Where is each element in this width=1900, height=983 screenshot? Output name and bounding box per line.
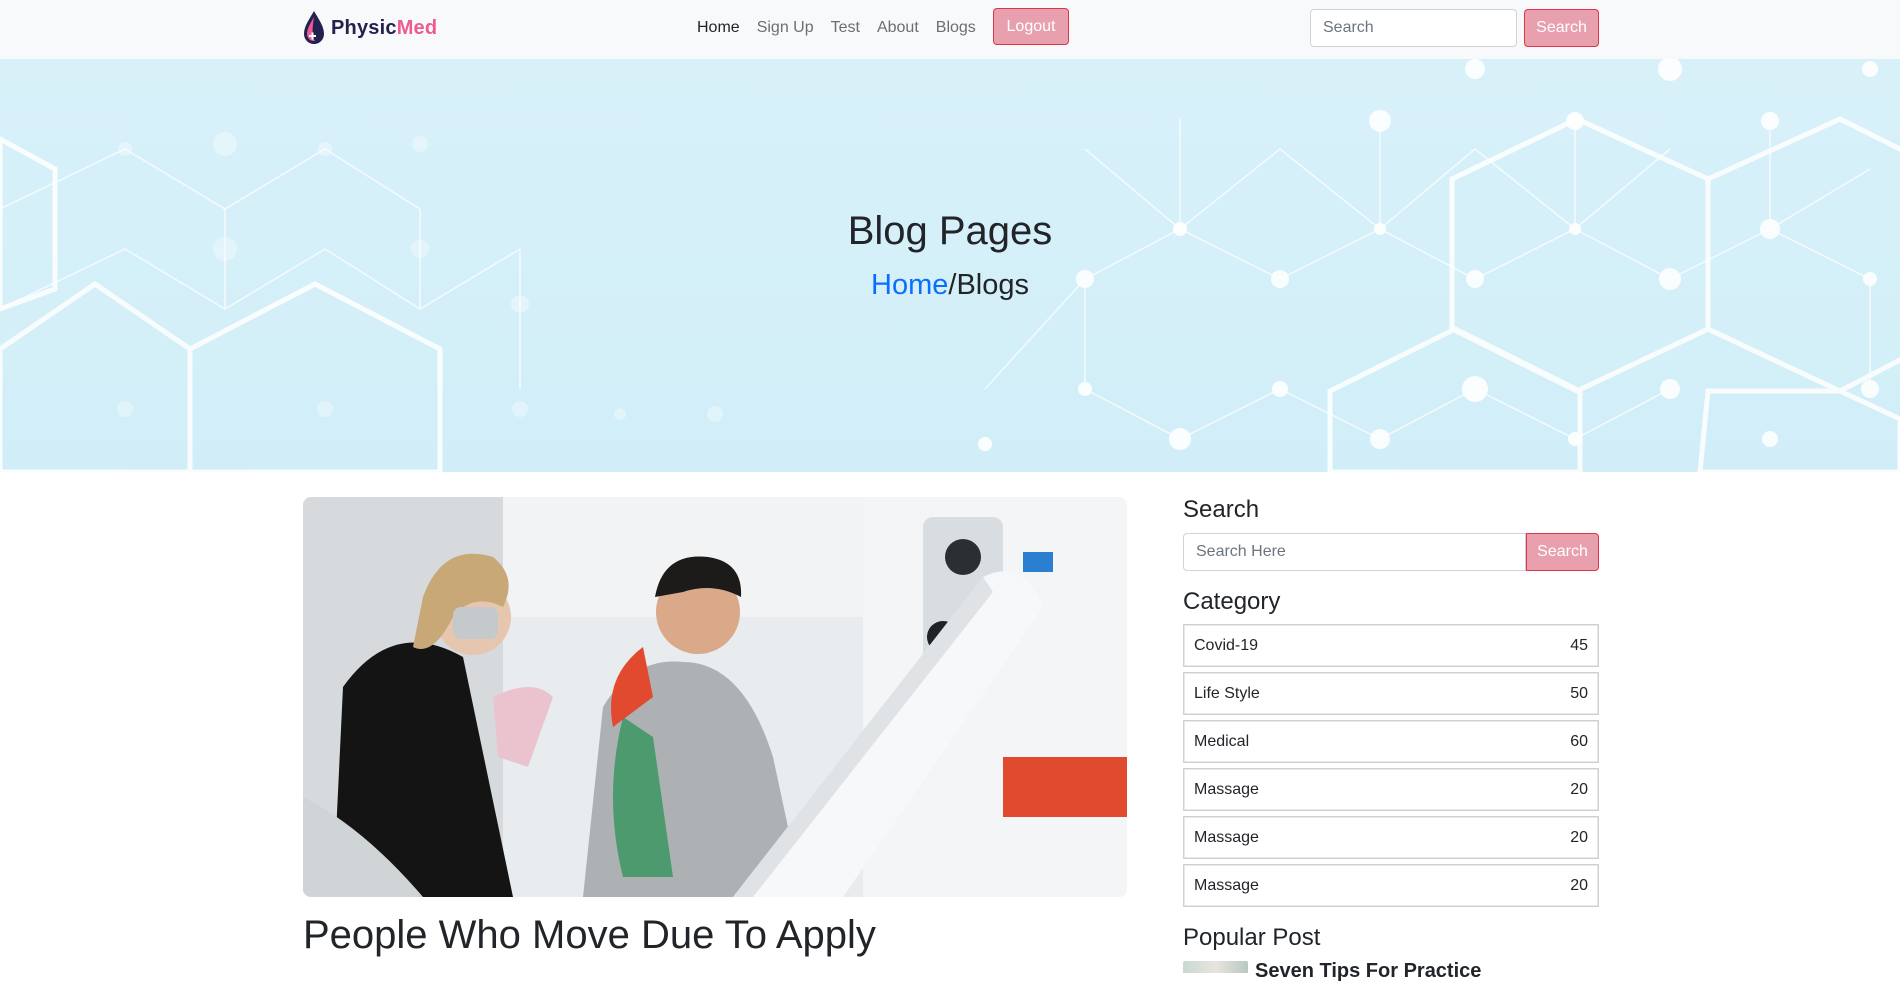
- nav-blogs-link[interactable]: Blogs: [936, 16, 976, 40]
- popular-post-title[interactable]: Seven Tips For Practice: [1255, 960, 1481, 983]
- post-image[interactable]: [303, 497, 1127, 897]
- nav-search-input[interactable]: Search: [1310, 9, 1517, 47]
- category-name: Massage: [1194, 780, 1259, 798]
- popular-post-heading: Popular Post: [1183, 924, 1321, 951]
- post-title[interactable]: People Who Move Due To Apply: [303, 913, 876, 958]
- logout-button[interactable]: Logout: [993, 8, 1069, 45]
- brand-name: PhysicMed: [331, 17, 437, 40]
- sidebar-search-button[interactable]: Search: [1526, 533, 1599, 571]
- category-count: 20: [1570, 876, 1588, 894]
- navbar: PhysicMed Home Sign Up Test About Blogs …: [0, 0, 1900, 59]
- category-name: Covid-19: [1194, 636, 1259, 654]
- category-item-massage[interactable]: Massage 20: [1183, 864, 1599, 907]
- category-count: 50: [1570, 684, 1588, 702]
- category-name: Massage: [1194, 876, 1259, 894]
- nav-test-link[interactable]: Test: [831, 16, 860, 40]
- nav-about-link[interactable]: About: [877, 16, 919, 40]
- brand-logo[interactable]: PhysicMed: [301, 9, 437, 47]
- category-count: 45: [1570, 636, 1588, 654]
- breadcrumb-current: Blogs: [956, 269, 1029, 301]
- category-name: Massage: [1194, 828, 1259, 846]
- dentist-photo: [303, 497, 1127, 897]
- category-name: Medical: [1194, 732, 1250, 750]
- brand-name-part2: Med: [396, 16, 438, 39]
- nav-search-button[interactable]: Search: [1524, 9, 1599, 47]
- category-count: 60: [1570, 732, 1588, 750]
- category-item-life-style[interactable]: Life Style 50: [1183, 672, 1599, 715]
- category-count: 20: [1570, 828, 1588, 846]
- nav-signup-link[interactable]: Sign Up: [757, 16, 814, 40]
- page-title: Blog Pages: [847, 209, 1053, 253]
- category-item-massage[interactable]: Massage 20: [1183, 816, 1599, 859]
- sidebar-search-heading: Search: [1183, 496, 1260, 523]
- category-item-massage[interactable]: Massage 20: [1183, 768, 1599, 811]
- hexagon-molecule-background: [0, 59, 1900, 472]
- nav-links: Home Sign Up Test About Blogs: [697, 16, 993, 40]
- hero-banner: Blog Pages Home/Blogs: [0, 59, 1900, 472]
- nav-home-link[interactable]: Home: [697, 16, 740, 40]
- drop-cross-icon: [304, 11, 324, 44]
- sidebar-search-input[interactable]: Search Here: [1183, 533, 1526, 571]
- category-heading: Category: [1183, 588, 1281, 615]
- category-item-covid[interactable]: Covid-19 45: [1183, 624, 1599, 667]
- category-name: Life Style: [1194, 684, 1260, 702]
- breadcrumb-home-link[interactable]: Home: [871, 269, 948, 301]
- brand-name-part1: Physic: [331, 16, 397, 39]
- category-item-medical[interactable]: Medical 60: [1183, 720, 1599, 763]
- category-count: 20: [1570, 780, 1588, 798]
- breadcrumb: Home/Blogs: [0, 269, 1900, 302]
- popular-post-thumbnail[interactable]: [1183, 961, 1248, 973]
